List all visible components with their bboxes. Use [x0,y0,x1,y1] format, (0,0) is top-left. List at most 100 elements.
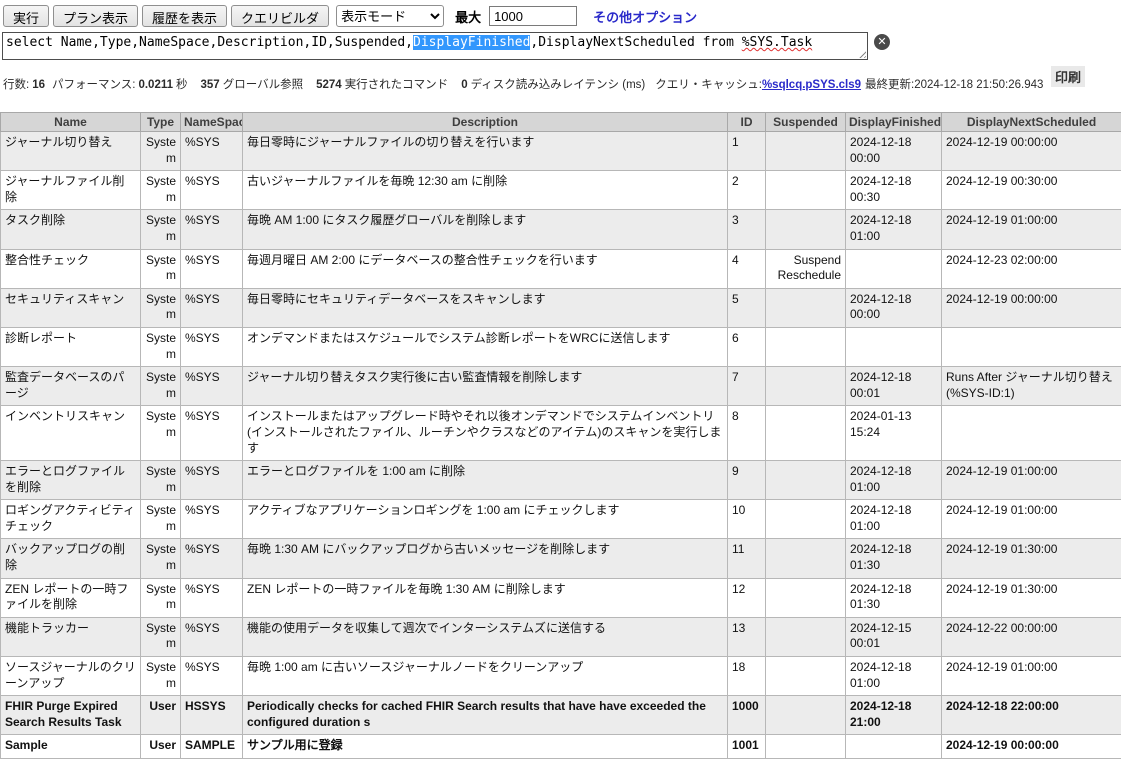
table-row: 整合性チェックSystem%SYS毎週月曜日 AM 2:00 にデータベースの整… [1,249,1121,288]
column-header-name: Name [1,113,141,132]
table-row: 機能トラッカーSystem%SYS機能の使用データを収集して週次でインターシステ… [1,617,1121,656]
cell-suspended [766,696,846,735]
cell-next: 2024-12-19 01:00:00 [942,657,1121,696]
max-rows-input[interactable] [489,6,577,26]
stats-value: 357 [201,79,220,91]
column-header-namespace: NameSpace [181,113,243,132]
cell-next: 2024-12-22 00:00:00 [942,617,1121,656]
cell-description: エラーとログファイルを 1:00 am に削除 [243,461,728,500]
cell-description: 機能の使用データを収集して週次でインターシステムズに送信する [243,617,728,656]
stats-label: 行数: [3,79,29,91]
cell-type: User [141,696,181,735]
cell-suspended [766,288,846,327]
stats-value: 0 [461,79,467,91]
cell-namespace: %SYS [181,171,243,210]
cell-id: 9 [728,461,766,500]
cell-next: 2024-12-19 00:00:00 [942,132,1121,171]
cell-next: 2024-12-19 01:00:00 [942,461,1121,500]
cell-type: System [141,210,181,249]
cell-id: 2 [728,171,766,210]
cell-next: 2024-12-19 01:00:00 [942,210,1121,249]
cell-namespace: %SYS [181,657,243,696]
table-row: FHIR Purge Expired Search Results TaskUs… [1,696,1121,735]
cell-next: 2024-12-18 22:00:00 [942,696,1121,735]
sql-editor-row: select Name,Type,NameSpace,Description,I… [2,32,1121,62]
cell-name: 機能トラッカー [1,617,141,656]
sql-spellcheck-text: %SYS.Task [742,35,812,50]
cell-finished [846,327,942,366]
cell-suspended [766,539,846,578]
cell-id: 1000 [728,696,766,735]
cell-id: 7 [728,367,766,406]
cell-finished: 2024-12-18 01:00 [846,461,942,500]
column-header-id: ID [728,113,766,132]
cell-id: 4 [728,249,766,288]
column-header-description: Description [243,113,728,132]
cell-name: バックアップログの削除 [1,539,141,578]
table-row: ジャーナルファイル削除System%SYS古いジャーナルファイルを毎晩 12:3… [1,171,1121,210]
more-options-link[interactable]: その他オプション [593,7,697,26]
execute-button[interactable]: 実行 [3,5,49,27]
query-stats-line: 行数:16パフォーマンス:0.0211秒357グローバル参照5274実行されたコ… [3,76,1121,102]
query-builder-button[interactable]: クエリビルダ [231,5,329,27]
stats-label: ディスク読み込みレイテンシ (ms) [471,79,646,91]
print-button[interactable]: 印刷 [1051,66,1085,87]
stats-segment: パフォーマンス:0.0211秒 [52,79,194,91]
cell-suspended [766,735,846,759]
cell-description: 古いジャーナルファイルを毎晩 12:30 am に削除 [243,171,728,210]
cell-finished: 2024-01-13 15:24 [846,406,942,461]
cell-id: 10 [728,500,766,539]
cell-next: Runs After ジャーナル切り替え (%SYS-ID:1) [942,367,1121,406]
query-toolbar: 実行 プラン表示 履歴を表示 クエリビルダ 表示モード 最大 その他オプション [0,0,1121,31]
clear-query-icon[interactable]: ✕ [874,34,890,50]
cell-suspended [766,132,846,171]
sql-input[interactable]: select Name,Type,NameSpace,Description,I… [2,32,868,60]
cell-namespace: %SYS [181,327,243,366]
cell-id: 18 [728,657,766,696]
cell-namespace: %SYS [181,249,243,288]
show-plan-button[interactable]: プラン表示 [53,5,138,27]
cell-suspended [766,657,846,696]
stats-segment: 行数:16 [3,79,48,91]
stats-label: パフォーマンス: [52,79,135,91]
cell-id: 1001 [728,735,766,759]
table-row: バックアップログの削除System%SYS毎晩 1:30 AM にバックアップロ… [1,539,1121,578]
table-header-row: NameTypeNameSpaceDescriptionIDSuspendedD… [1,113,1121,132]
table-row: セキュリティスキャンSystem%SYS毎日零時にセキュリティデータベースをスキ… [1,288,1121,327]
cell-name: セキュリティスキャン [1,288,141,327]
cell-type: System [141,617,181,656]
cell-id: 12 [728,578,766,617]
cell-description: 毎晩 1:30 AM にバックアップログから古いメッセージを削除します [243,539,728,578]
table-row: ロギングアクティビティチェックSystem%SYSアクティブなアプリケーションロ… [1,500,1121,539]
cell-type: System [141,539,181,578]
cell-type: System [141,461,181,500]
cell-name: タスク削除 [1,210,141,249]
cell-next: 2024-12-19 01:30:00 [942,578,1121,617]
cell-type: System [141,171,181,210]
show-history-button[interactable]: 履歴を表示 [142,5,227,27]
stats-value: 5274 [316,79,342,91]
cell-finished: 2024-12-18 01:00 [846,210,942,249]
query-cache-link[interactable]: %sqlcq.pSYS.cls9 [762,79,861,91]
resize-handle-icon[interactable] [857,49,866,58]
stats-label: 最終更新:2024-12-18 21:50:26.943 [865,79,1043,91]
cell-description: 毎日零時にセキュリティデータベースをスキャンします [243,288,728,327]
cell-id: 3 [728,210,766,249]
cell-finished: 2024-12-18 01:00 [846,657,942,696]
cell-type: System [141,578,181,617]
cell-type: System [141,132,181,171]
table-row: 監査データベースのパージSystem%SYSジャーナル切り替えタスク実行後に古い… [1,367,1121,406]
results-table-body: ジャーナル切り替えSystem%SYS毎日零時にジャーナルファイルの切り替えを行… [1,132,1121,759]
display-mode-select[interactable]: 表示モード [336,5,444,27]
cell-name: ジャーナル切り替え [1,132,141,171]
stats-segment: 5274実行されたコマンド [313,79,454,91]
cell-suspended [766,367,846,406]
cell-name: エラーとログファイルを削除 [1,461,141,500]
cell-next [942,327,1121,366]
cell-description: 毎週月曜日 AM 2:00 にデータベースの整合性チェックを行います [243,249,728,288]
cell-description: サンプル用に登録 [243,735,728,759]
stats-segment: クエリ・キャッシュ:%sqlcq.pSYS.cls9 [655,79,861,91]
cell-suspended [766,406,846,461]
cell-namespace: %SYS [181,461,243,500]
cell-description: 毎日零時にジャーナルファイルの切り替えを行います [243,132,728,171]
